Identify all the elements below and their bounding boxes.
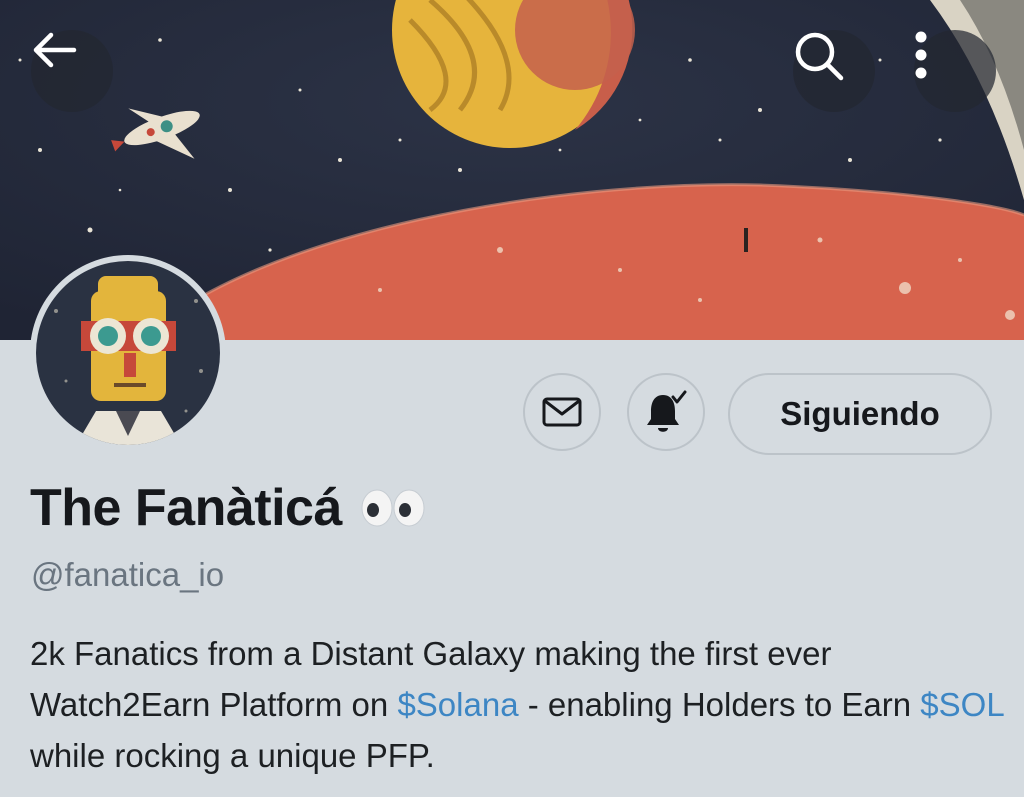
avatar[interactable] <box>30 255 226 451</box>
more-vertical-icon <box>915 31 927 79</box>
more-options-button[interactable] <box>914 30 996 112</box>
search-icon <box>795 32 844 81</box>
following-button[interactable]: Siguiendo <box>728 373 992 455</box>
bio-text: - enabling Holders to Earn <box>518 686 921 723</box>
notifications-button[interactable] <box>627 373 705 451</box>
message-button[interactable] <box>523 373 601 451</box>
back-button[interactable] <box>31 30 113 112</box>
bell-check-icon <box>647 390 687 432</box>
solana-cashtag-link[interactable]: $Solana <box>397 686 518 723</box>
eyes-emoji-icon <box>360 488 426 528</box>
sol-cashtag-link[interactable]: $SOL <box>920 686 1003 723</box>
avatar-image <box>36 261 220 445</box>
envelope-icon <box>542 397 582 427</box>
arrow-left-icon <box>33 32 77 68</box>
search-button[interactable] <box>793 30 875 112</box>
profile-name-row: The Fanàticá <box>30 478 426 538</box>
bio-text: while rocking a unique PFP. <box>30 737 435 774</box>
profile-bio: 2k Fanatics from a Distant Galaxy making… <box>30 628 1010 781</box>
profile-handle: @fanatica_io <box>31 556 225 593</box>
display-name: The Fanàticá <box>30 479 342 537</box>
